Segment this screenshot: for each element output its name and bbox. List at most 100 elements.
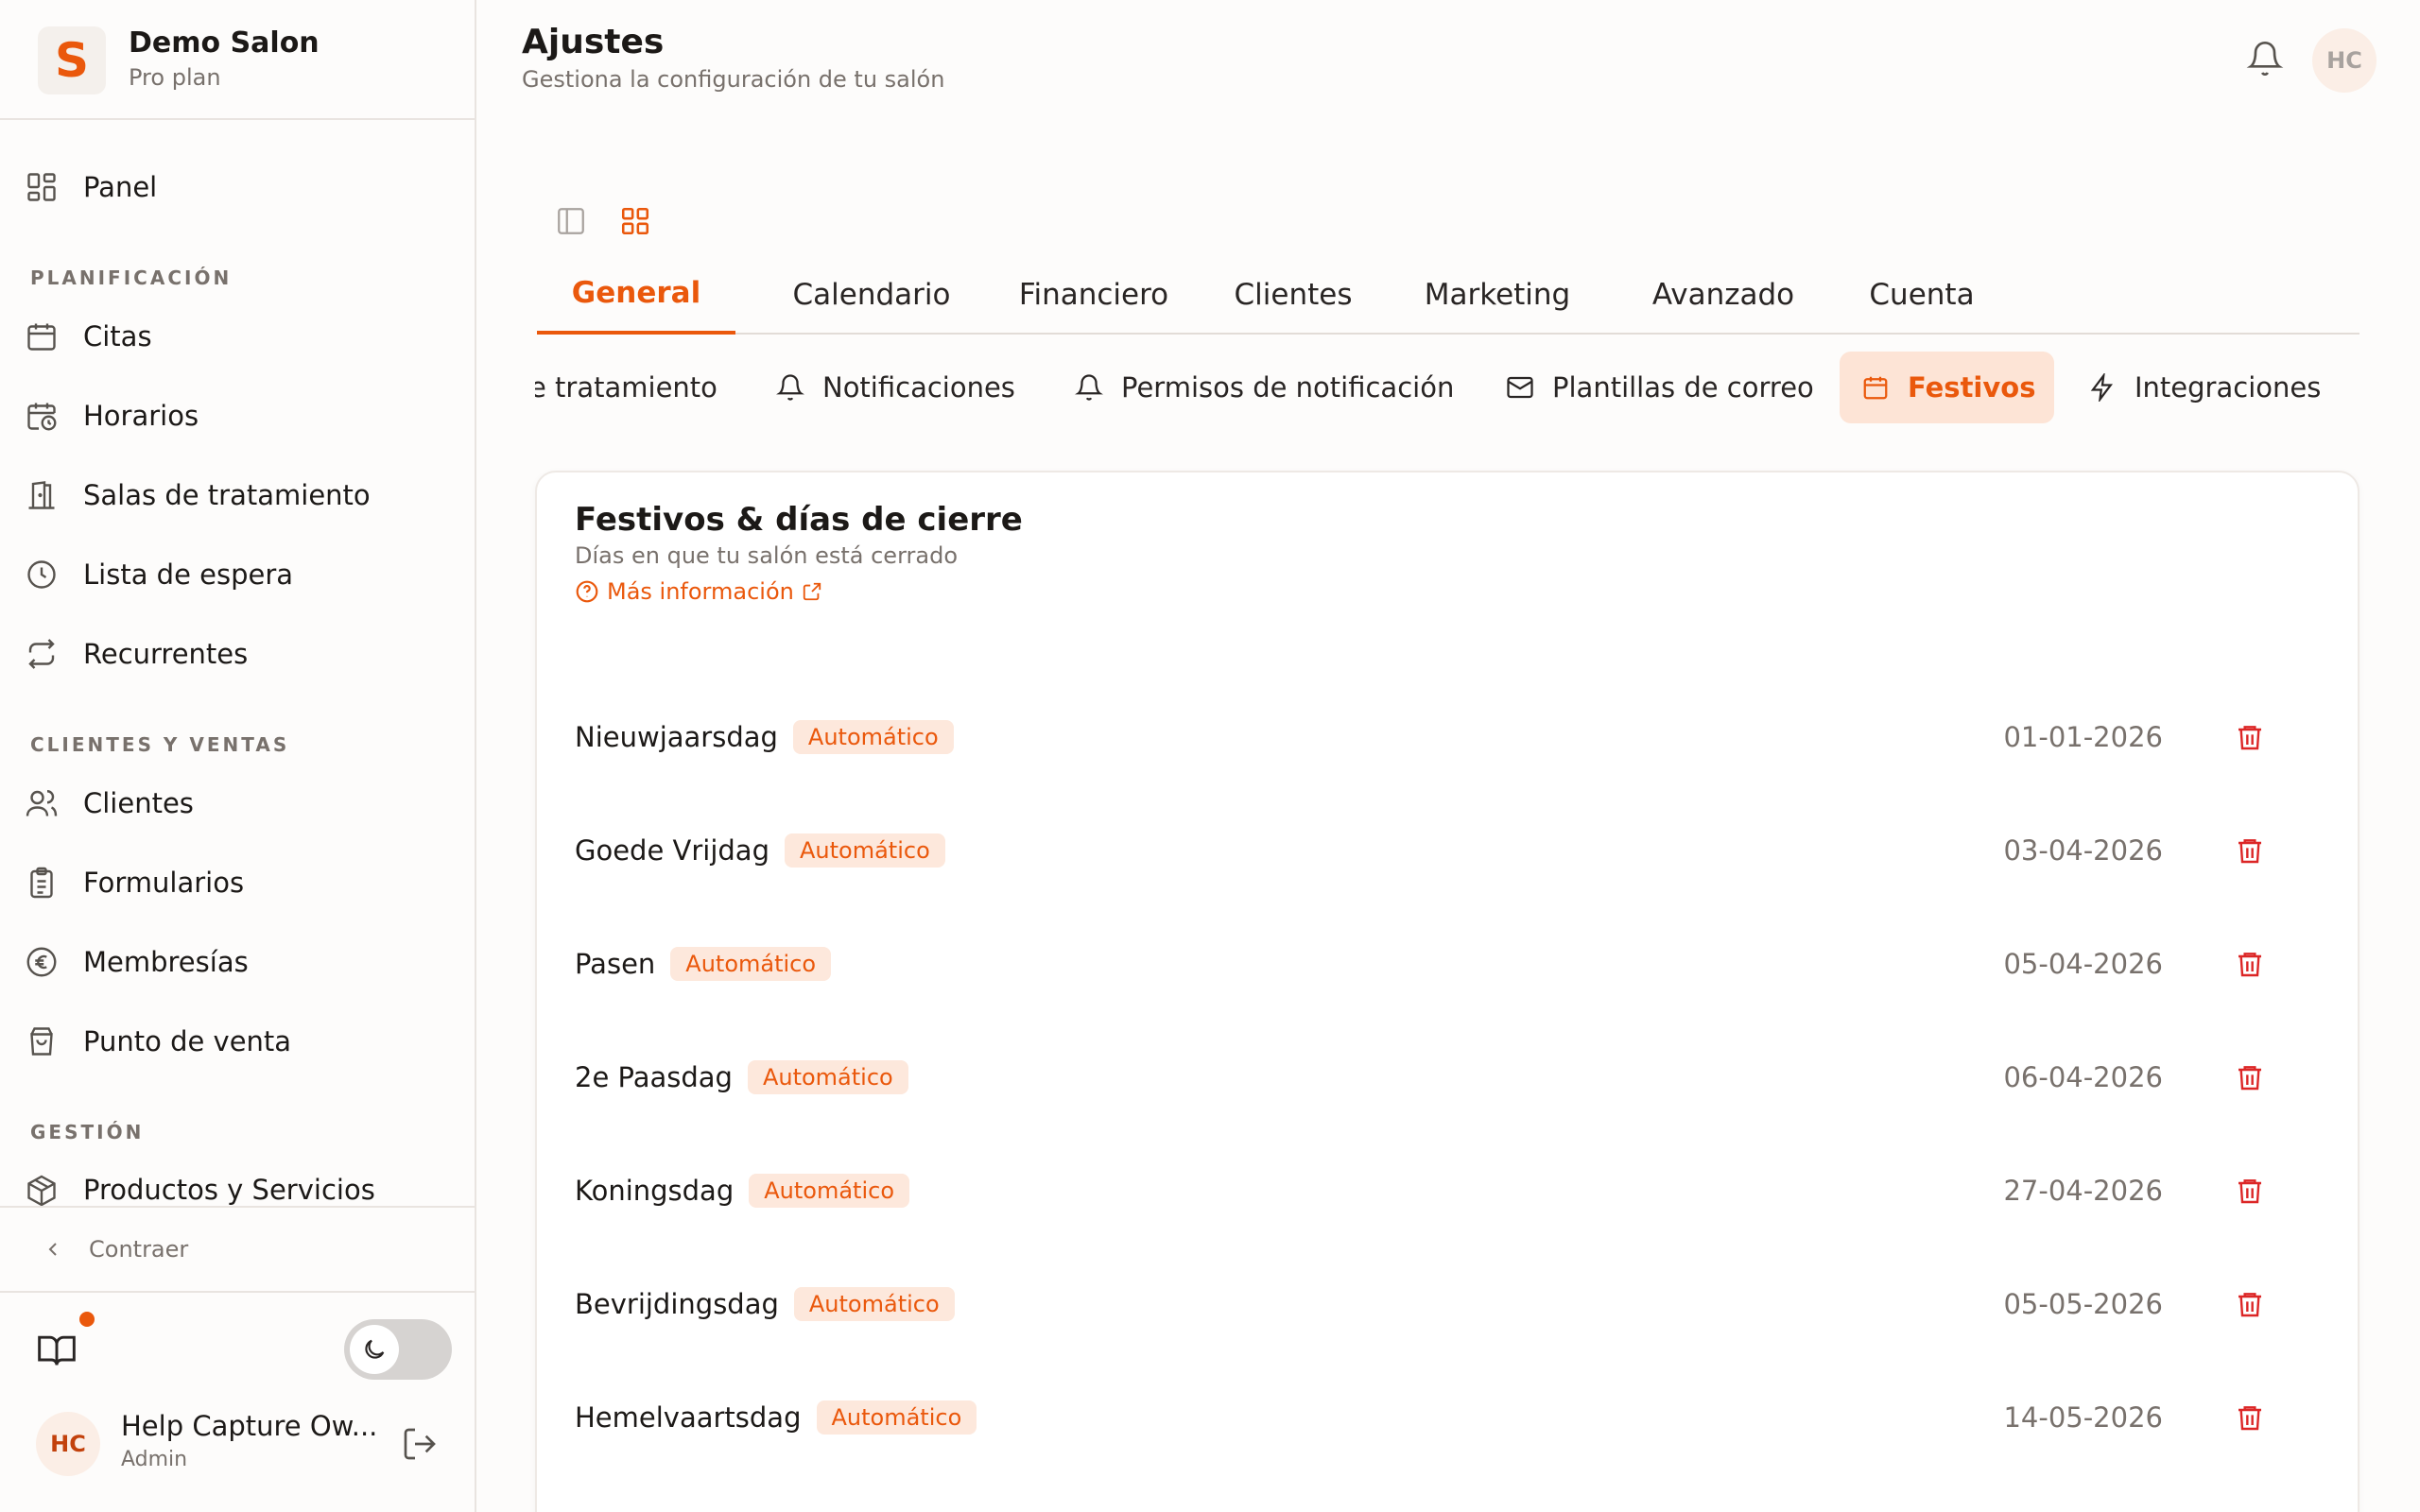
section-title-gestion: GESTIÓN: [30, 1121, 145, 1143]
subtab-plantillas-correo[interactable]: Plantillas de correo: [1484, 352, 1833, 423]
holiday-date: 05-05-2026: [2003, 1288, 2163, 1320]
avatar[interactable]: HC: [36, 1412, 100, 1476]
calendar-icon: [1858, 370, 1893, 404]
holiday-date: 03-04-2026: [2003, 834, 2163, 867]
status-badge: Automático: [792, 720, 954, 754]
bell-icon: [773, 370, 807, 404]
holiday-row: Hemelvaartsdag Automático 14-05-2026: [537, 1361, 2358, 1474]
sidebar-view-icon[interactable]: [550, 200, 592, 242]
collapse-label: Contraer: [89, 1236, 189, 1263]
tab-financiero[interactable]: Financiero: [994, 255, 1193, 335]
tab-general[interactable]: General: [537, 255, 735, 335]
bell-icon: [1072, 370, 1106, 404]
trash-icon[interactable]: [2229, 943, 2271, 985]
holiday-name: Bevrijdingsdag: [575, 1288, 779, 1320]
holiday-date: 14-05-2026: [2003, 1401, 2163, 1434]
sidebar-item-lista-espera[interactable]: Lista de espera: [23, 544, 458, 605]
holiday-row: Nieuwjaarsdag Automático 01-01-2026: [537, 680, 2358, 794]
sidebar-item-formularios[interactable]: Formularios: [23, 852, 458, 913]
dark-mode-toggle[interactable]: [344, 1319, 452, 1380]
status-badge: Automático: [785, 833, 945, 868]
grid-view-icon[interactable]: [614, 200, 656, 242]
sidebar-item-label: Panel: [83, 171, 158, 203]
status-badge: Automático: [793, 1287, 955, 1321]
brand-name: Demo Salon: [129, 26, 320, 60]
holiday-row: Pasen Automático 05-04-2026: [537, 907, 2358, 1021]
trash-icon[interactable]: [2229, 716, 2271, 758]
status-badge: Automático: [747, 1060, 908, 1094]
sidebar-item-citas[interactable]: Citas: [23, 306, 458, 367]
status-badge: Automático: [670, 947, 832, 981]
sidebar-item-label: Horarios: [83, 400, 199, 432]
tab-cuenta[interactable]: Cuenta: [1841, 255, 2002, 335]
brand-plan: Pro plan: [129, 64, 221, 91]
holiday-name: Nieuwjaarsdag: [575, 721, 778, 753]
clock-icon: [23, 556, 60, 593]
sidebar: S Demo Salon Pro plan Panel PLANIFICACIÓ…: [0, 0, 476, 1512]
book-icon[interactable]: [36, 1329, 78, 1370]
subtab-label: Permisos de notificación: [1121, 371, 1455, 404]
tab-clientes[interactable]: Clientes: [1208, 255, 1378, 335]
sidebar-item-membresias[interactable]: Membresías: [23, 932, 458, 992]
door-icon: [23, 476, 60, 514]
sidebar-item-label: Membresías: [83, 946, 249, 978]
subtab-label: Festivos: [1908, 371, 2036, 404]
trash-icon[interactable]: [2229, 1283, 2271, 1325]
sidebar-item-salas[interactable]: Salas de tratamiento: [23, 465, 458, 525]
tab-avanzado[interactable]: Avanzado: [1624, 255, 1823, 335]
subtab-label: Plantillas de correo: [1552, 371, 1814, 404]
notification-dot: [79, 1312, 95, 1327]
sidebar-item-punto-venta[interactable]: Punto de venta: [23, 1011, 458, 1072]
subtab-salas-tratamiento[interactable]: e tratamiento: [535, 352, 736, 423]
chevron-left-icon: [42, 1238, 64, 1261]
subtab-notificaciones[interactable]: Notificaciones: [754, 352, 1034, 423]
avatar[interactable]: HC: [2312, 28, 2377, 93]
trash-icon[interactable]: [2229, 1170, 2271, 1211]
section-title-planificacion: PLANIFICACIÓN: [30, 266, 233, 289]
card-subtitle: Días en que tu salón está cerrado: [575, 542, 958, 569]
sidebar-item-horarios[interactable]: Horarios: [23, 386, 458, 446]
trash-icon[interactable]: [2229, 830, 2271, 871]
sidebar-item-recurrentes[interactable]: Recurrentes: [23, 624, 458, 684]
logout-icon[interactable]: [401, 1425, 442, 1467]
repeat-icon: [23, 635, 60, 673]
settings-subtabs: e tratamiento Notificaciones Permisos de…: [535, 352, 2360, 423]
page-subtitle: Gestiona la configuración de tu salón: [522, 66, 945, 93]
tab-calendario[interactable]: Calendario: [760, 255, 983, 335]
moon-icon: [350, 1325, 399, 1374]
holiday-date: 06-04-2026: [2003, 1061, 2163, 1093]
sidebar-item-label: Clientes: [83, 787, 194, 819]
subtab-integraciones[interactable]: Integraciones: [2066, 352, 2340, 423]
tab-marketing[interactable]: Marketing: [1393, 255, 1601, 335]
subtab-label: e tratamiento: [535, 371, 717, 404]
subtab-label: Integraciones: [2135, 371, 2322, 404]
sidebar-item-label: Punto de venta: [83, 1025, 292, 1057]
bell-icon[interactable]: [2246, 40, 2288, 81]
holiday-row: Koningsdag Automático 27-04-2026: [537, 1134, 2358, 1247]
help-circle-icon: [575, 579, 607, 604]
more-info-link[interactable]: Más información: [575, 578, 830, 605]
section-title-clientes-ventas: CLIENTES Y VENTAS: [30, 733, 290, 756]
holiday-row: 2e Paasdag Automático 06-04-2026: [537, 1021, 2358, 1134]
sidebar-item-clientes[interactable]: Clientes: [23, 773, 458, 833]
subtab-label: Notificaciones: [822, 371, 1015, 404]
holiday-row: Bevrijdingsdag Automático 05-05-2026: [537, 1247, 2358, 1361]
package-icon: [23, 1172, 60, 1206]
holiday-name: Koningsdag: [575, 1175, 735, 1207]
holiday-date: 01-01-2026: [2003, 721, 2163, 753]
sidebar-item-panel[interactable]: Panel: [23, 157, 458, 217]
holiday-name: Pasen: [575, 948, 656, 980]
holiday-name: 2e Paasdag: [575, 1061, 733, 1093]
user-role: Admin: [121, 1448, 188, 1471]
trash-icon[interactable]: [2229, 1397, 2271, 1438]
sidebar-item-label: Formularios: [83, 867, 245, 899]
sidebar-item-productos[interactable]: Productos y Servicios: [23, 1160, 458, 1206]
subtab-permisos-notificacion[interactable]: Permisos de notificación: [1053, 352, 1473, 423]
collapse-sidebar-button[interactable]: Contraer: [0, 1206, 475, 1293]
brand-header[interactable]: S Demo Salon Pro plan: [0, 0, 475, 120]
trash-icon[interactable]: [2229, 1057, 2271, 1098]
sidebar-item-label: Lista de espera: [83, 558, 294, 591]
holiday-date: 27-04-2026: [2003, 1175, 2163, 1207]
subtab-festivos[interactable]: Festivos: [1840, 352, 2055, 423]
clipboard-icon: [23, 864, 60, 902]
